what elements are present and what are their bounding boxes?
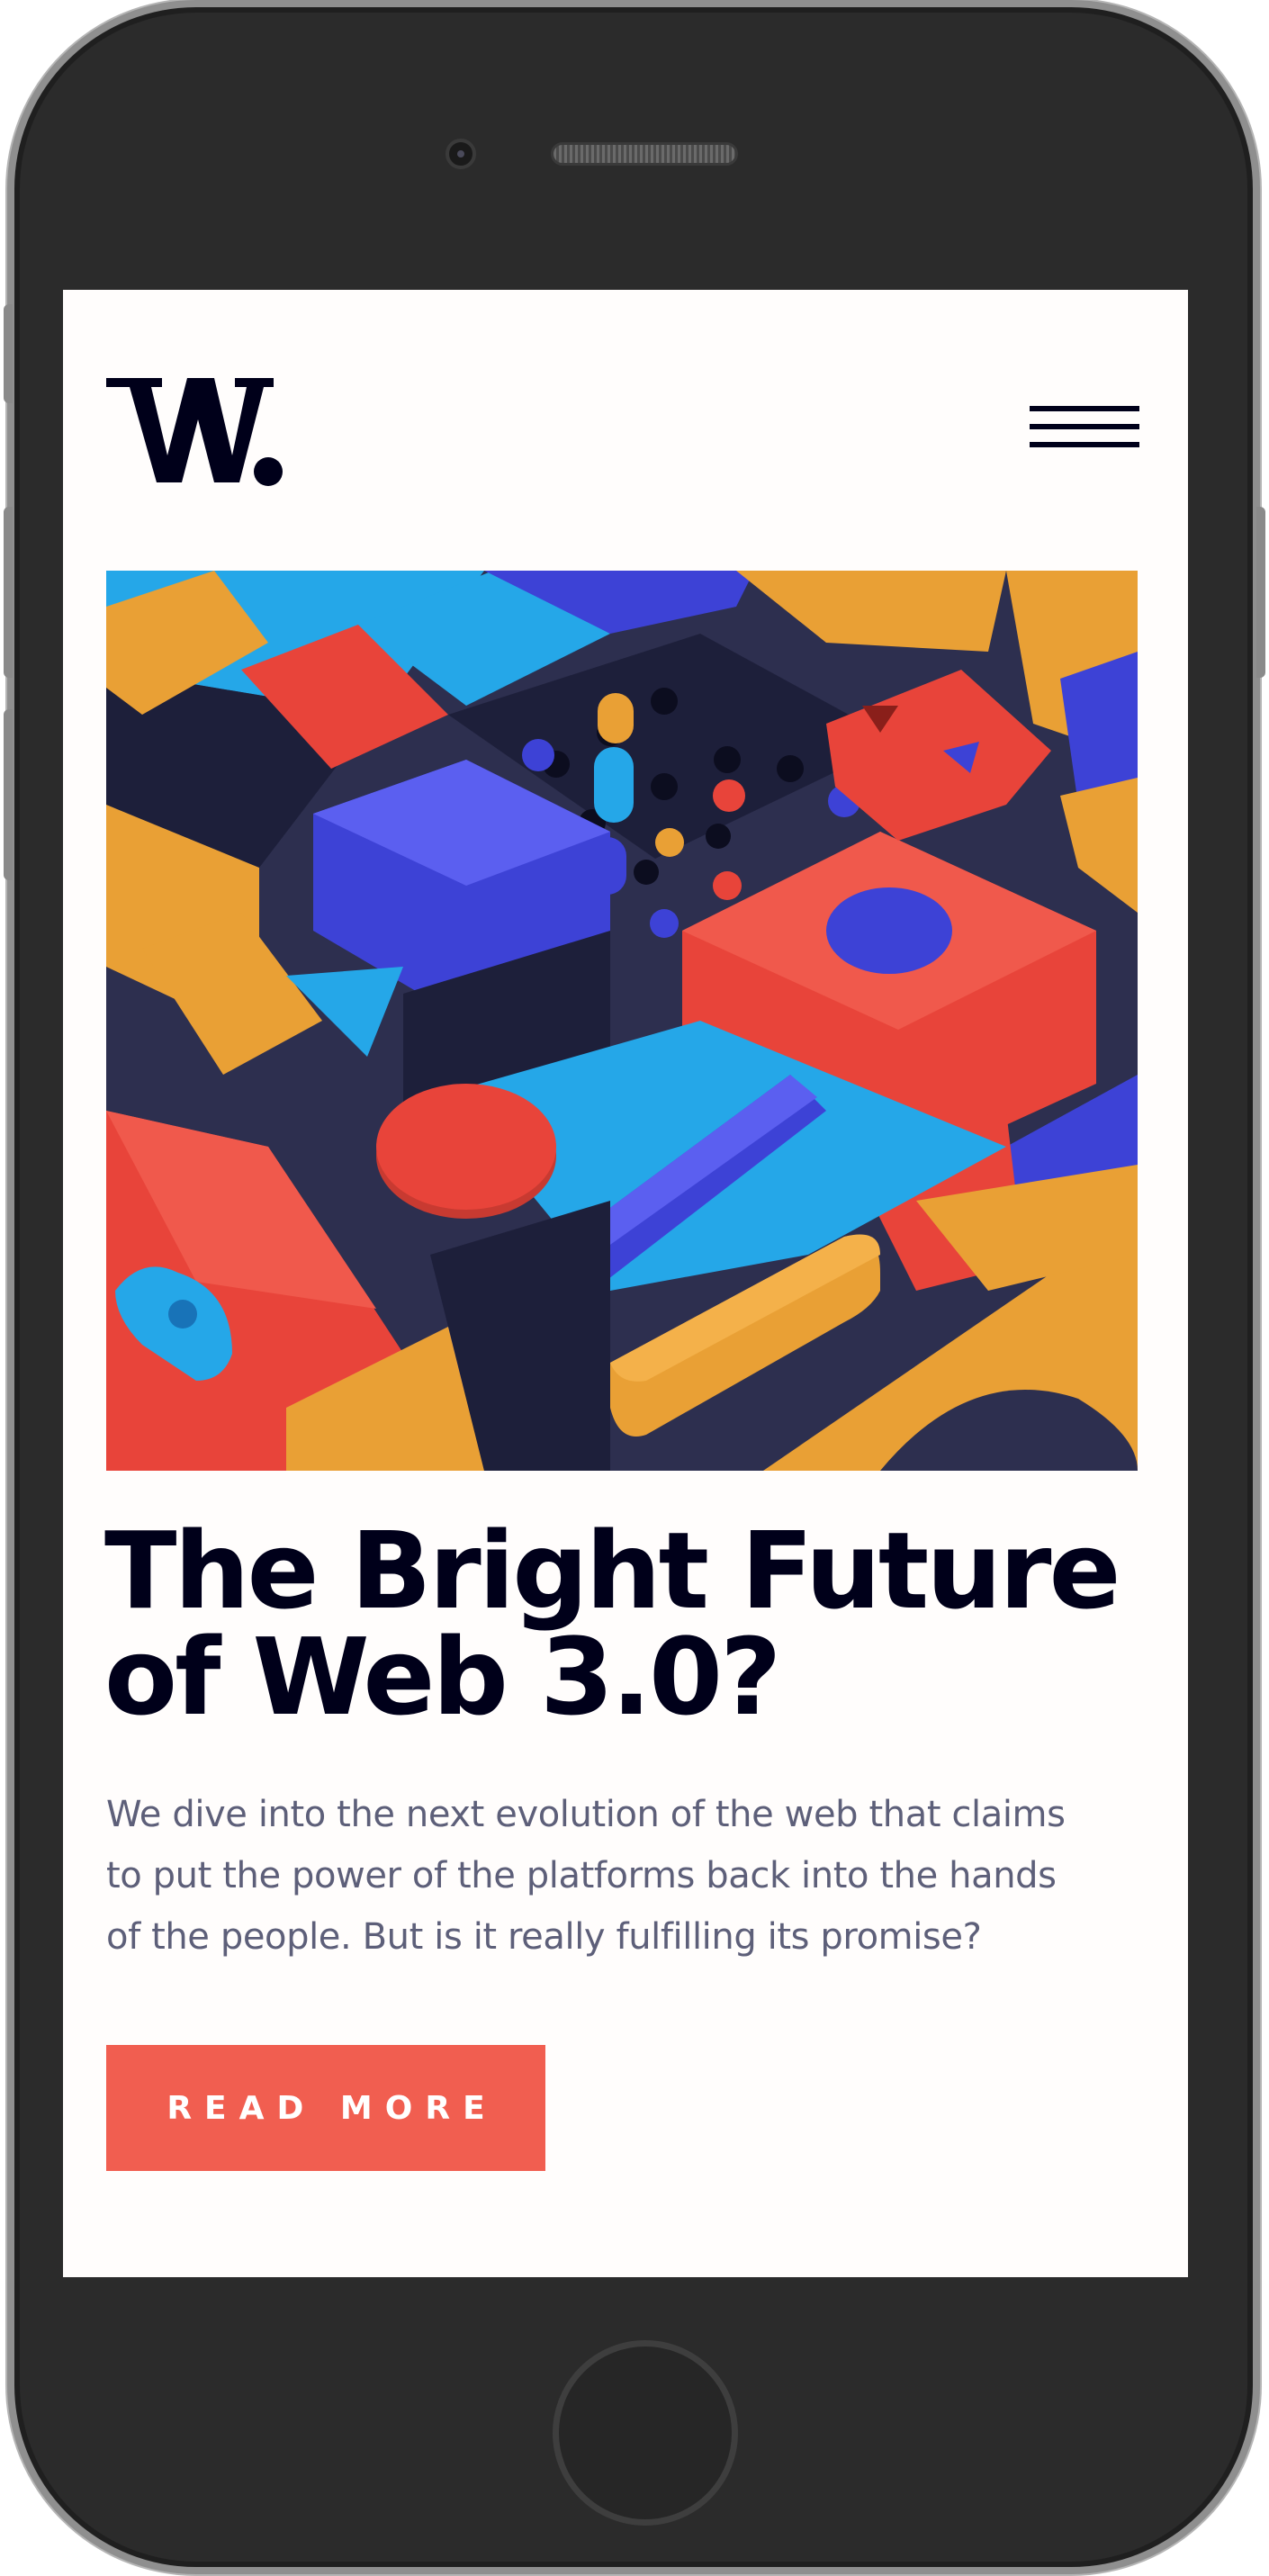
front-camera-icon	[446, 139, 476, 169]
read-more-button[interactable]: READ MORE	[106, 2045, 545, 2171]
description-line-3: of the people. But is it really fulfilli…	[106, 1916, 982, 1958]
hero-image	[106, 571, 1138, 1471]
menu-bar-middle	[1030, 424, 1139, 429]
menu-bar-top	[1030, 406, 1139, 411]
article-description: We dive into the next evolution of the w…	[106, 1784, 1147, 1968]
title-line-2: of Web 3.0?	[104, 1615, 781, 1739]
speaker-grille	[551, 142, 738, 166]
description-line-1: We dive into the next evolution of the w…	[106, 1794, 1066, 1835]
w-logo-icon[interactable]	[106, 373, 286, 490]
power-button	[1256, 507, 1265, 678]
mute-switch	[4, 304, 13, 403]
volume-down-button	[4, 709, 13, 880]
description-line-2: to put the power of the platforms back i…	[106, 1855, 1057, 1896]
page-title: The Bright Future of Web 3.0?	[104, 1518, 1148, 1730]
volume-up-button	[4, 507, 13, 678]
screen: The Bright Future of Web 3.0? We dive in…	[63, 290, 1188, 2277]
home-button[interactable]	[553, 2340, 738, 2526]
hamburger-menu-icon[interactable]	[1030, 401, 1139, 452]
menu-bar-bottom	[1030, 442, 1139, 447]
